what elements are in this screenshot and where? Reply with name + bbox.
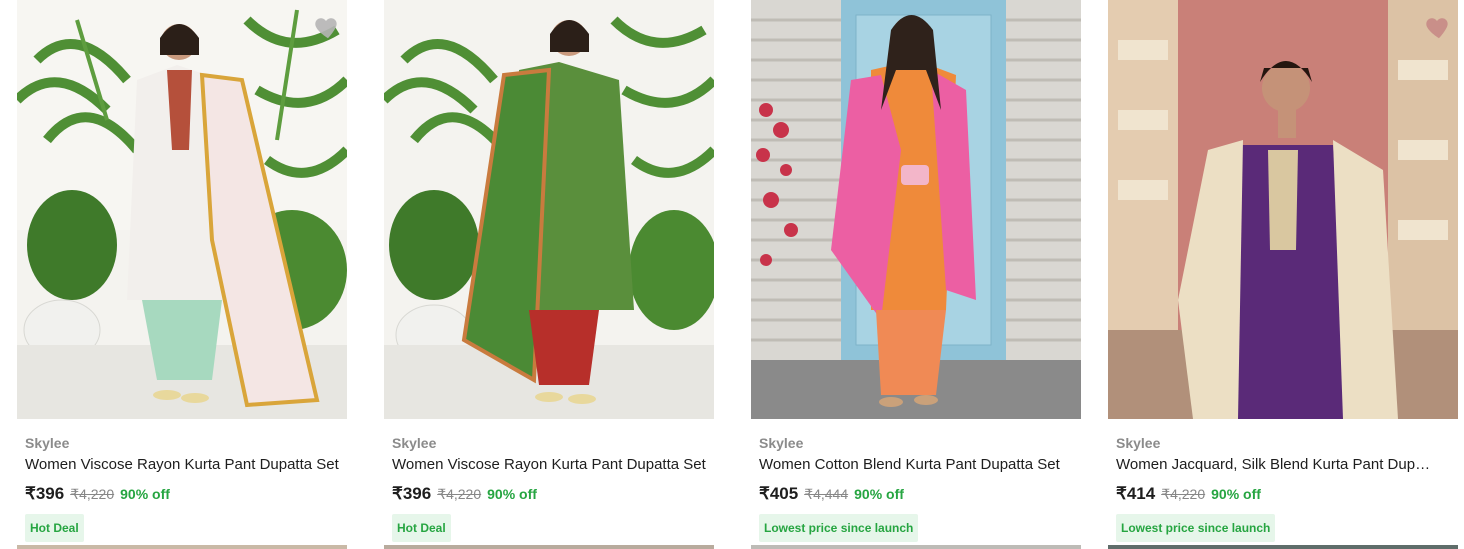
product-photo bbox=[1108, 0, 1458, 419]
product-photo bbox=[17, 0, 347, 419]
product-brand: Skylee bbox=[1116, 435, 1161, 451]
product-photo bbox=[751, 0, 1081, 419]
product-title[interactable]: Women Viscose Rayon Kurta Pant Dupatta S… bbox=[392, 455, 714, 475]
selling-price: ₹405 bbox=[759, 484, 799, 503]
wishlist-button[interactable] bbox=[1424, 12, 1454, 42]
heart-icon bbox=[1426, 18, 1448, 39]
product-card[interactable]: Skylee Women Viscose Rayon Kurta Pant Du… bbox=[17, 0, 347, 542]
product-brand: Skylee bbox=[392, 435, 437, 451]
product-title[interactable]: Women Cotton Blend Kurta Pant Dupatta Se… bbox=[759, 455, 1081, 475]
original-price: ₹4,220 bbox=[70, 486, 115, 502]
price-row: ₹396 ₹4,220 90% off bbox=[25, 483, 347, 505]
deal-badge: Hot Deal bbox=[392, 514, 451, 542]
selling-price: ₹396 bbox=[25, 484, 65, 503]
price-row: ₹414 ₹4,220 90% off bbox=[1116, 483, 1458, 505]
selling-price: ₹414 bbox=[1116, 484, 1156, 503]
price-row: ₹396 ₹4,220 90% off bbox=[392, 483, 714, 505]
product-brand: Skylee bbox=[759, 435, 804, 451]
next-product-image[interactable] bbox=[751, 545, 1081, 549]
product-image[interactable] bbox=[384, 0, 714, 419]
original-price: ₹4,220 bbox=[1161, 486, 1206, 502]
product-title[interactable]: Women Viscose Rayon Kurta Pant Dupatta S… bbox=[25, 455, 347, 475]
product-image[interactable] bbox=[751, 0, 1081, 419]
product-card[interactable]: Skylee Women Cotton Blend Kurta Pant Dup… bbox=[751, 0, 1081, 542]
discount-label: 90% off bbox=[1211, 486, 1261, 502]
original-price: ₹4,444 bbox=[804, 486, 849, 502]
product-brand: Skylee bbox=[25, 435, 70, 451]
deal-badge: Lowest price since launch bbox=[759, 514, 919, 542]
selling-price: ₹396 bbox=[392, 484, 432, 503]
product-image[interactable] bbox=[1108, 0, 1458, 419]
product-title[interactable]: Women Jacquard, Silk Blend Kurta Pant Du… bbox=[1116, 455, 1434, 475]
deal-badge: Lowest price since launch bbox=[1116, 514, 1276, 542]
deal-badge: Hot Deal bbox=[25, 514, 84, 542]
wishlist-button[interactable] bbox=[313, 12, 343, 42]
next-product-image[interactable] bbox=[17, 545, 347, 549]
heart-icon bbox=[315, 18, 337, 39]
next-product-image[interactable] bbox=[1108, 545, 1458, 549]
discount-label: 90% off bbox=[120, 486, 170, 502]
price-row: ₹405 ₹4,444 90% off bbox=[759, 483, 1081, 505]
next-product-image[interactable] bbox=[384, 545, 714, 549]
discount-label: 90% off bbox=[487, 486, 537, 502]
product-card[interactable]: Skylee Women Jacquard, Silk Blend Kurta … bbox=[1108, 0, 1458, 542]
product-photo bbox=[384, 0, 714, 419]
product-image[interactable] bbox=[17, 0, 347, 419]
discount-label: 90% off bbox=[854, 486, 904, 502]
original-price: ₹4,220 bbox=[437, 486, 482, 502]
product-card[interactable]: Skylee Women Viscose Rayon Kurta Pant Du… bbox=[384, 0, 714, 542]
